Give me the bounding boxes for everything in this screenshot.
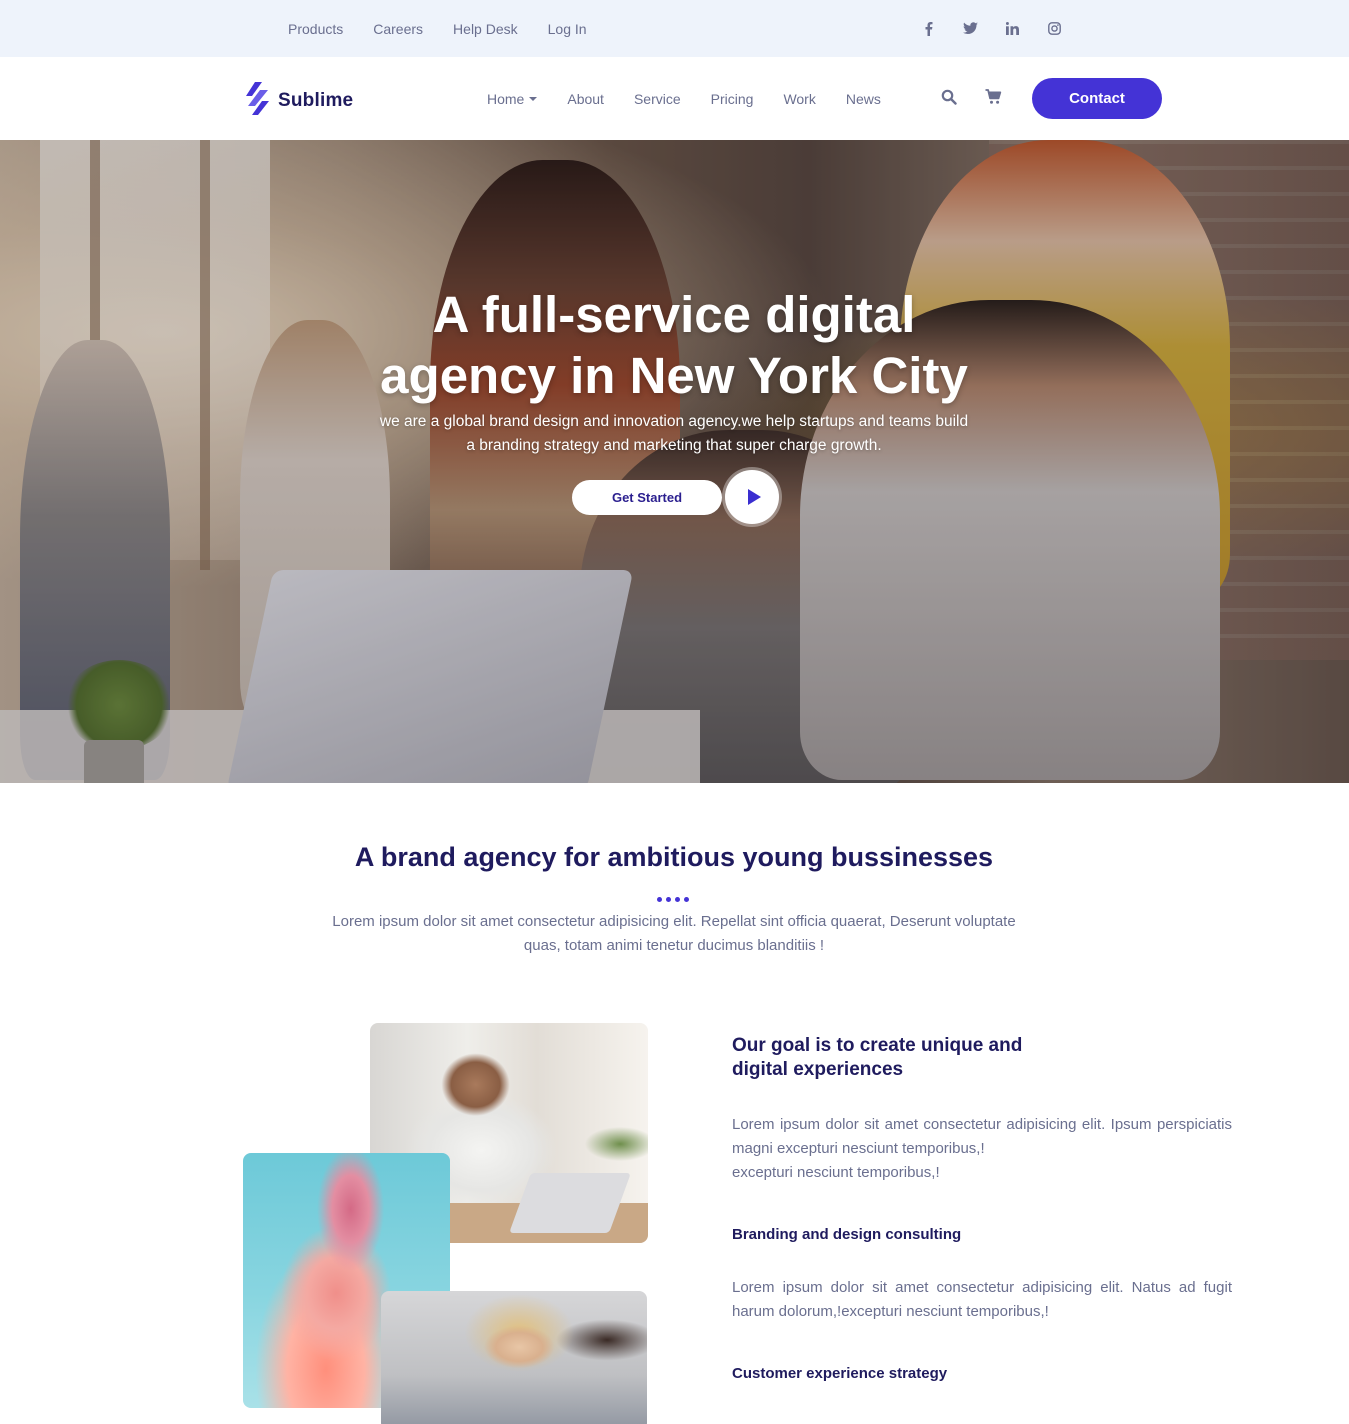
- goal-text-main: Lorem ipsum dolor sit amet consectetur a…: [732, 1116, 1232, 1157]
- social-links: [918, 0, 1064, 57]
- goal-text-extra: excepturi nesciunt temporibus,!: [732, 1164, 940, 1181]
- branding-text: Lorem ipsum dolor sit amet consectetur a…: [732, 1279, 1232, 1320]
- linkedin-icon[interactable]: [1002, 19, 1022, 39]
- hero-subtitle: we are a global brand design and innovat…: [379, 413, 969, 454]
- brand[interactable]: Sublime: [246, 82, 353, 120]
- nav-news[interactable]: News: [846, 91, 881, 107]
- top-utility-bar: Products Careers Help Desk Log In: [0, 0, 1349, 57]
- primary-nav: Home About Service Pricing Work News: [487, 57, 881, 140]
- contact-button[interactable]: Contact: [1032, 78, 1162, 119]
- play-video-button[interactable]: [725, 470, 779, 524]
- brand-logo-icon: [246, 82, 270, 120]
- facebook-icon[interactable]: [918, 19, 938, 39]
- cart-icon[interactable]: [985, 89, 1003, 107]
- hero-title-line2: agency in New York City: [380, 347, 968, 404]
- customer-experience-title: Customer experience strategy: [732, 1365, 948, 1382]
- smiling-woman-photo: [381, 1291, 647, 1424]
- careers-link[interactable]: Careers: [373, 21, 423, 37]
- search-icon[interactable]: [941, 89, 959, 107]
- nav-pricing[interactable]: Pricing: [711, 91, 754, 107]
- branding-title: Branding and design consulting: [732, 1226, 962, 1243]
- section-subtitle: Lorem ipsum dolor sit amet consectetur a…: [332, 913, 1016, 954]
- nav-home-label: Home: [487, 90, 525, 107]
- brand-name: Sublime: [278, 90, 354, 111]
- login-link[interactable]: Log In: [548, 21, 587, 37]
- help-desk-link[interactable]: Help Desk: [453, 21, 518, 37]
- section-title: A brand agency for ambitious young bussi…: [354, 842, 994, 872]
- hero-title-line1: A full-service digital: [432, 286, 916, 343]
- nav-home[interactable]: Home: [487, 90, 538, 107]
- section-divider-dots: [657, 897, 689, 902]
- hero-content: A full-service digital agency in New Yor…: [0, 140, 1349, 783]
- goal-text: Lorem ipsum dolor sit amet consectetur a…: [732, 1113, 1232, 1185]
- instagram-icon[interactable]: [1044, 19, 1064, 39]
- products-link[interactable]: Products: [288, 21, 343, 37]
- twitter-icon[interactable]: [960, 19, 980, 39]
- chevron-down-icon: [529, 96, 538, 101]
- nav-about[interactable]: About: [567, 91, 604, 107]
- main-navbar: Sublime Home About Service Pricing Work …: [0, 57, 1349, 140]
- play-icon: [747, 489, 761, 505]
- utility-links: Products Careers Help Desk Log In: [288, 0, 587, 57]
- goal-title: Our goal is to create unique and digital…: [732, 1035, 1023, 1080]
- get-started-button[interactable]: Get Started: [572, 480, 722, 515]
- hero-title: A full-service digital agency in New Yor…: [324, 284, 1024, 406]
- hero-section: A full-service digital agency in New Yor…: [0, 140, 1349, 783]
- nav-service[interactable]: Service: [634, 91, 681, 107]
- nav-work[interactable]: Work: [783, 91, 815, 107]
